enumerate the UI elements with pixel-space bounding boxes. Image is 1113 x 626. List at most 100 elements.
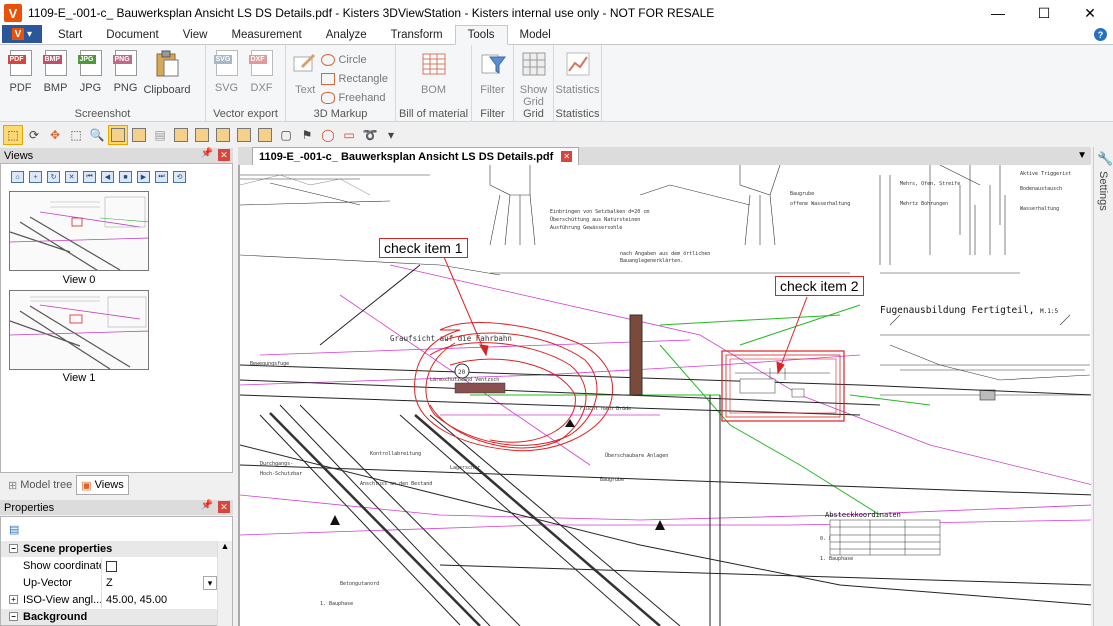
zoom-button[interactable]: 🔍 (87, 125, 107, 145)
properties-scrollbar[interactable]: ▲ (217, 541, 232, 626)
render-mode-3-button[interactable] (213, 125, 233, 145)
views-icon: ▣ (81, 479, 92, 492)
tab-transform[interactable]: Transform (379, 26, 455, 44)
collapse-icon[interactable]: − (9, 612, 18, 621)
view-add-icon[interactable]: + (29, 171, 42, 183)
view-delete-icon[interactable]: ✕ (65, 171, 78, 183)
settings-side-panel[interactable]: 🔧 Settings (1093, 147, 1113, 626)
zoom-window-icon: ⬚ (70, 128, 82, 142)
view-refresh-icon[interactable]: ↻ (47, 171, 60, 183)
markup-label-check-item-1[interactable]: check item 1 (379, 238, 468, 258)
view-tool-button[interactable]: ▤ (150, 125, 170, 145)
tab-views[interactable]: ▣ Views (76, 475, 129, 495)
app-menu-button[interactable]: V ▾ (2, 25, 42, 43)
flag-icon: ⚑ (301, 128, 313, 142)
view-mode-icon (132, 128, 146, 142)
chevron-down-icon: ▾ (26, 28, 33, 40)
document-tab[interactable]: 1109-E_-001-c_ Bauwerksplan Ansicht LS D… (252, 147, 580, 165)
cube-hidden-icon (258, 128, 272, 142)
document-list-dropdown-icon[interactable]: ▼ (1077, 150, 1087, 161)
bmp-file-icon: BMP (42, 50, 67, 76)
render-mode-5-button[interactable] (255, 125, 275, 145)
absteckkoordinaten-label: Absteckkoordinaten (825, 511, 901, 519)
svg-text:offene Wasserhaltung: offene Wasserhaltung (790, 201, 850, 207)
group-label-grid: Grid (523, 108, 544, 120)
group-vector-export: SVG SVG DXF DXF Vector export (206, 45, 286, 122)
app-logo-icon: V (4, 4, 22, 22)
view-home-icon[interactable]: ⌂ (11, 171, 24, 183)
markup-label-check-item-2[interactable]: check item 2 (775, 276, 864, 296)
fit-view-button[interactable] (108, 125, 128, 145)
circle-markup-button[interactable]: Circle (321, 50, 388, 69)
markup-text-tool-button[interactable]: ⚑ (297, 125, 317, 145)
pan-tool-button[interactable]: ✥ (45, 125, 65, 145)
tab-measurement[interactable]: Measurement (219, 26, 313, 44)
iso-view-angle-value[interactable]: 45.00, 45.00 (101, 592, 217, 608)
up-vector-dropdown[interactable]: Z ▾ (101, 575, 217, 591)
svg-text:Durchgangs-: Durchgangs- (260, 461, 293, 467)
view-next-icon[interactable]: ▶ (137, 171, 150, 183)
prop-row-up-vector: Up-Vector Z ▾ (1, 575, 217, 591)
freehand-markup-button[interactable]: Freehand (321, 88, 388, 107)
tab-analyze[interactable]: Analyze (314, 26, 379, 44)
minimize-button[interactable]: — (975, 0, 1021, 26)
group-label-bom: Bill of material (398, 108, 469, 120)
view-stop-icon[interactable]: ■ (119, 171, 132, 183)
cube-wire-icon (216, 128, 230, 142)
rectangle-markup-button[interactable]: Rectangle (321, 69, 388, 88)
tab-view[interactable]: View (171, 26, 220, 44)
show-coordinate-checkbox[interactable] (106, 560, 117, 572)
prop-row-iso-view-angle: + ISO-View angl... 45.00, 45.00 (1, 592, 217, 608)
view-last-icon[interactable]: ⏭ (155, 171, 168, 183)
view-prev-icon[interactable]: ◀ (101, 171, 114, 183)
view-thumbnail-0[interactable] (9, 191, 149, 271)
view-label-0: View 0 (62, 274, 96, 286)
svg-text:Baugrube: Baugrube (600, 477, 624, 483)
toolbar-overflow-button[interactable]: ▾ (381, 125, 401, 145)
magnifier-icon: 🔍 (89, 128, 105, 142)
pin-icon[interactable]: 📌 (201, 148, 213, 159)
render-mode-1-button[interactable] (171, 125, 191, 145)
tab-start[interactable]: Start (46, 26, 94, 44)
close-button[interactable]: ✕ (1067, 0, 1113, 26)
tab-model-tree[interactable]: ⊞ Model tree (4, 475, 76, 495)
png-file-icon: PNG (112, 50, 137, 76)
view-thumbnail-1[interactable] (9, 290, 149, 370)
maximize-button[interactable]: ☐ (1021, 0, 1067, 26)
fugenausbildung-title: Fugenausbildung Fertigteil, (880, 305, 1034, 316)
properties-sort-icon[interactable]: ▤ (9, 523, 19, 536)
cube-outline-icon: ▢ (280, 128, 292, 142)
expand-icon[interactable]: + (9, 595, 18, 604)
scroll-up-icon[interactable]: ▲ (218, 541, 232, 551)
collapse-icon[interactable]: − (9, 544, 18, 553)
markup-rect-tool-button[interactable]: ▭ (339, 125, 359, 145)
prop-row-scene-properties[interactable]: − Scene properties (1, 541, 217, 557)
select-tool-button[interactable]: ⬚ (3, 125, 23, 145)
prop-row-background[interactable]: − Background (1, 609, 217, 625)
svg-file-icon: SVG (213, 50, 238, 76)
zoom-window-button[interactable]: ⬚ (66, 125, 86, 145)
markup-circle-tool-button[interactable]: ◯ (318, 125, 338, 145)
document-tab-close-icon[interactable]: ✕ (561, 151, 573, 162)
chevron-down-icon: ▾ (203, 576, 217, 590)
render-mode-2-button[interactable] (192, 125, 212, 145)
render-mode-6-button[interactable]: ▢ (276, 125, 296, 145)
circle-icon (321, 53, 336, 66)
help-icon[interactable]: ? (1094, 28, 1107, 41)
tab-document[interactable]: Document (94, 26, 170, 44)
cube-transparent-icon (237, 128, 251, 142)
document-canvas[interactable]: Einbringen von Setzbalken d=20 cm Übersc… (238, 165, 1091, 626)
markup-freehand-tool-button[interactable]: ➰ (360, 125, 380, 145)
view-loop-icon[interactable]: ⟲ (173, 171, 186, 183)
rotate-tool-button[interactable]: ⟳ (24, 125, 44, 145)
properties-panel-close-icon[interactable]: ✕ (218, 501, 230, 513)
view-first-icon[interactable]: ⏮ (83, 171, 96, 183)
tab-tools[interactable]: Tools (454, 25, 508, 45)
view-mode-button[interactable] (129, 125, 149, 145)
svg-text:Aktive Triggerist: Aktive Triggerist (1020, 171, 1071, 177)
render-mode-4-button[interactable] (234, 125, 254, 145)
pin-icon[interactable]: 📌 (201, 500, 213, 511)
tab-model[interactable]: Model (508, 26, 563, 44)
views-panel-header: Views 📌 ✕ (0, 148, 233, 163)
views-panel-close-icon[interactable]: ✕ (218, 149, 230, 161)
